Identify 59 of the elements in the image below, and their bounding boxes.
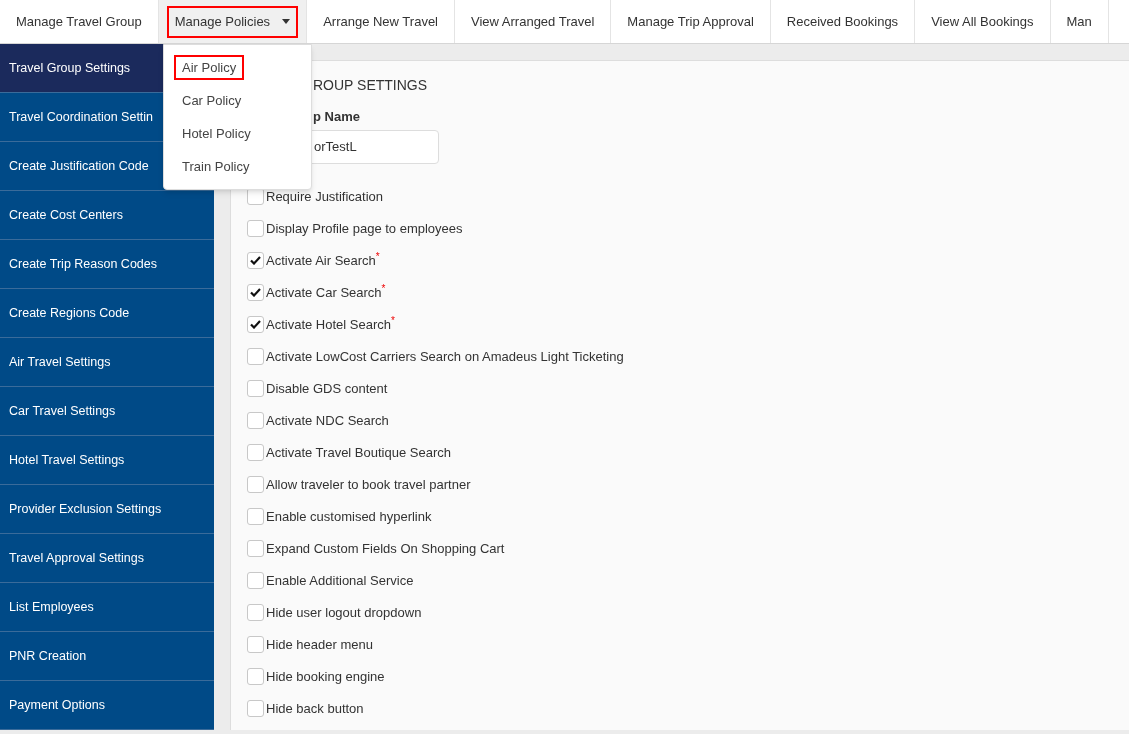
option-label: Hide header menu xyxy=(266,635,373,654)
checkbox[interactable] xyxy=(247,508,264,525)
checkbox[interactable] xyxy=(247,444,264,461)
checkbox[interactable] xyxy=(247,540,264,557)
option-label: Activate NDC Search xyxy=(266,411,389,430)
checkbox[interactable] xyxy=(247,476,264,493)
checkmark-icon xyxy=(250,320,261,329)
option-label: Allow traveler to book travel partner xyxy=(266,475,471,494)
option-label: Display Profile page to employees xyxy=(266,219,463,238)
option-label: Require Justification xyxy=(266,187,384,206)
checkbox[interactable] xyxy=(247,220,264,237)
nav-tab[interactable]: View All Bookings xyxy=(923,5,1042,38)
checkbox[interactable] xyxy=(247,700,264,717)
option-label: Activate LowCost Carriers Search on Amadeus Light Ticketing xyxy=(266,347,624,366)
nav-tab[interactable]: Arrange New Travel xyxy=(315,5,446,38)
checkbox[interactable] xyxy=(247,380,264,397)
nav-tab[interactable]: Manage Trip Approval xyxy=(619,5,762,38)
option-label: Activate Hotel Search$^{*}$ xyxy=(266,314,395,334)
sidebar-item[interactable]: List Employees xyxy=(0,583,214,632)
sidebar-item[interactable]: Air Travel Settings xyxy=(0,338,214,387)
nav-tab[interactable]: Manage Travel Group xyxy=(8,5,150,38)
nav-tab[interactable]: Man xyxy=(1058,5,1100,38)
option-label: Activate Air Search$^{*}$ xyxy=(266,250,380,270)
section-title: ROUP SETTINGS xyxy=(313,76,429,93)
sidebar-item[interactable]: Payment Options xyxy=(0,681,214,730)
checkmark-icon xyxy=(250,256,261,265)
checkbox[interactable] xyxy=(247,636,264,653)
sidebar-item[interactable]: Provider Exclusion Settings xyxy=(0,485,214,534)
checkmark-icon xyxy=(250,288,261,297)
sidebar-item[interactable]: Travel Approval Settings xyxy=(0,534,214,583)
sidebar-item[interactable]: Car Travel Settings xyxy=(0,387,214,436)
sidebar-item[interactable]: Hotel Travel Settings xyxy=(0,436,214,485)
field-label: p Name xyxy=(313,108,361,126)
sidebar-item[interactable]: Create Trip Reason Codes xyxy=(0,240,214,289)
checkbox[interactable] xyxy=(247,412,264,429)
sidebar-item[interactable]: Create Cost Centers xyxy=(0,191,214,240)
option-label: Hide back button xyxy=(266,699,364,718)
sidebar-item[interactable]: Create Regions Code xyxy=(0,289,214,338)
option-label: Disable GDS content xyxy=(266,379,388,398)
nav-tab[interactable]: Received Bookings xyxy=(778,5,907,38)
checkbox[interactable] xyxy=(247,572,264,589)
checkbox[interactable] xyxy=(247,252,264,269)
caret-icon xyxy=(282,19,291,24)
checkbox[interactable] xyxy=(247,284,264,301)
sidebar-item[interactable]: PNR Creation xyxy=(0,632,214,681)
option-label: Activate Travel Boutique Search xyxy=(266,443,451,462)
option-label: Activate Car Search$^{*}$ xyxy=(266,282,386,302)
option-label: Enable customised hyperlink xyxy=(266,507,432,526)
checkbox[interactable] xyxy=(247,604,264,621)
checkbox[interactable] xyxy=(247,316,264,333)
option-label: Expand Custom Fields On Shopping Cart xyxy=(266,539,505,558)
menu-item[interactable]: Air Policy xyxy=(174,54,245,81)
option-label: Enable Additional Service xyxy=(266,571,414,590)
option-label: Hide user logout dropdown xyxy=(266,603,422,622)
nav-tab[interactable]: Manage Policies xyxy=(166,5,299,38)
option-label: Hide booking engine xyxy=(266,667,385,686)
checkbox[interactable] xyxy=(247,668,264,685)
checkbox[interactable] xyxy=(247,348,264,365)
nav-tab[interactable]: View Arranged Travel xyxy=(463,5,603,38)
